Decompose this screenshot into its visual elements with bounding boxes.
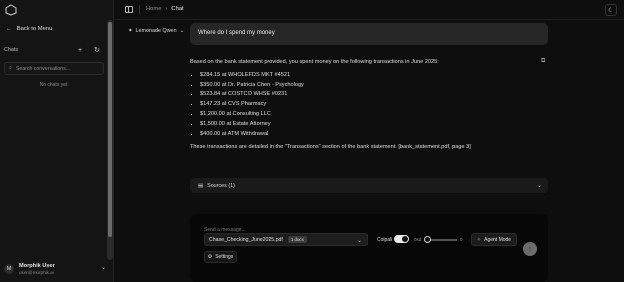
slider-min-label: 0sd	[414, 237, 422, 242]
model-selector[interactable]: ✦ Lemonade Qwen ⌄	[128, 28, 184, 34]
chats-heading: Chats	[4, 47, 19, 53]
settings-button[interactable]: ⚙ Settings	[204, 251, 237, 263]
user-email: user@morphik.ai	[19, 270, 54, 275]
copy-icon[interactable]: ⧉	[541, 58, 545, 65]
list-item: $147.23 at CVS Pharmacy	[200, 101, 540, 108]
user-name: Morphik User	[19, 263, 55, 269]
moon-icon: ☾	[608, 7, 614, 14]
message-composer	[190, 214, 548, 282]
chevron-down-icon: ⌄	[356, 238, 362, 244]
sparkle-icon: ✦	[128, 28, 133, 34]
sources-label: Sources (1)	[207, 182, 235, 189]
toggle-sidebar-icon[interactable]	[125, 6, 133, 13]
breadcrumb-current: Chat	[171, 6, 184, 12]
arrow-up-icon: ↑	[528, 245, 532, 253]
arrow-left-icon: ←	[6, 26, 12, 32]
gear-icon: ⚙	[207, 254, 213, 260]
breadcrumb-home[interactable]: Home	[146, 6, 161, 12]
colpali-label: Colpali	[377, 237, 393, 243]
wand-icon: ✧	[476, 236, 482, 243]
slider-handle[interactable]	[424, 236, 431, 243]
transaction-list: $284.15 at WHOLEFDS MKT #4521 $350.00 at…	[190, 72, 540, 138]
list-item: $350.00 at Dr. Patricia Chen - Psycholog…	[200, 82, 540, 89]
search-icon: ⌕	[9, 65, 12, 71]
sidebar: ← Back to Menu Chats + ↻ ⌕ Search conver…	[0, 0, 114, 282]
colpali-toggle[interactable]	[394, 235, 409, 243]
search-input[interactable]: ⌕ Search conversations...	[4, 62, 104, 75]
list-item: $523.84 at COSTCO WHSE #0231	[200, 91, 540, 98]
divider	[139, 5, 140, 14]
file-name: Chase_Checking_June2025.pdf	[209, 236, 283, 243]
user-menu[interactable]: M Morphik User user@morphik.ai ⌄	[4, 259, 108, 279]
new-chat-plus-icon[interactable]: +	[78, 47, 82, 54]
empty-chats-text: No chats yet	[39, 82, 68, 88]
back-to-menu-button[interactable]: ← Back to Menu	[6, 26, 52, 32]
refresh-icon[interactable]: ↻	[94, 47, 100, 54]
assistant-answer: Based on the bank statement provided, yo…	[190, 59, 540, 150]
sidebar-scrollbar-thumb[interactable]	[108, 22, 112, 237]
settings-label: Settings	[215, 254, 234, 260]
doc-count-badge: 1 docs	[287, 236, 307, 243]
agent-mode-button[interactable]: ✧ Agent Mode	[471, 233, 517, 246]
slider-value-label: 0	[460, 237, 463, 242]
document-selector[interactable]: Chase_Checking_June2025.pdf 1 docs ⌄	[204, 233, 368, 246]
avatar: M	[4, 264, 14, 274]
search-placeholder: Search conversations...	[15, 65, 71, 72]
list-item: $284.15 at WHOLEFDS MKT #4521	[200, 72, 540, 79]
list-item: $1,200.00 at Consulting LLC	[200, 111, 540, 118]
breadcrumb: Home › Chat	[146, 6, 184, 12]
file-icon: ▤	[198, 182, 204, 189]
back-label: Back to Menu	[16, 26, 53, 32]
chevron-right-icon: ›	[165, 6, 168, 12]
model-name: Lemonade Qwen	[135, 28, 177, 34]
theme-toggle-button[interactable]: ☾	[605, 4, 617, 16]
sources-accordion[interactable]: ▤ Sources (1) ⌄	[190, 178, 548, 193]
list-item: $1,500.00 at Estate Attorney	[200, 121, 540, 128]
user-message: Where do I spend my money	[190, 23, 548, 45]
send-button[interactable]: ↑	[523, 242, 537, 256]
chevron-down-icon: ⌄	[100, 265, 106, 271]
agent-mode-label: Agent Mode	[484, 236, 512, 243]
chevron-down-icon: ⌄	[536, 183, 542, 189]
answer-intro: Based on the bank statement provided, yo…	[190, 59, 439, 65]
top-bar: Home › Chat ☾	[115, 0, 624, 20]
list-item: $400.00 at ATM Withdrawal	[200, 131, 540, 138]
logo-icon	[5, 4, 17, 16]
slider-track[interactable]	[427, 239, 457, 241]
chevron-down-icon: ⌄	[179, 28, 185, 34]
answer-outro: These transactions are detailed in the "…	[190, 143, 471, 150]
